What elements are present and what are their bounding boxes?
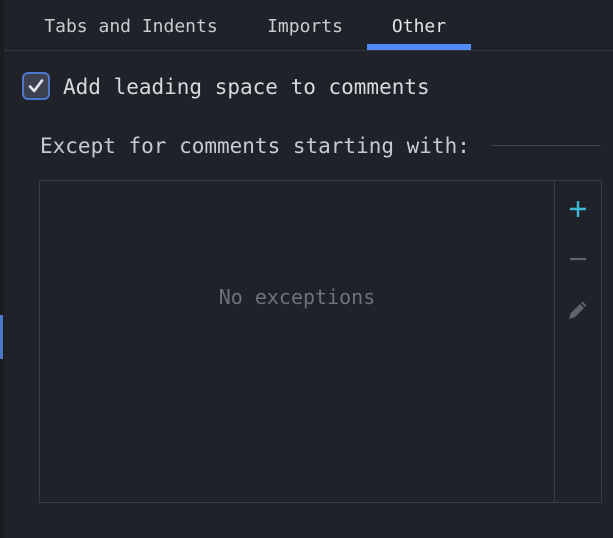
exceptions-list-panel: No exceptions bbox=[39, 180, 602, 503]
tab-imports[interactable]: Imports bbox=[250, 0, 360, 50]
pencil-icon bbox=[569, 301, 587, 319]
empty-list-text: No exceptions bbox=[218, 285, 376, 309]
remove-exception-button[interactable] bbox=[562, 243, 594, 275]
leading-space-checkbox-label[interactable]: Add leading space to comments bbox=[63, 73, 430, 101]
toolbar-divider bbox=[554, 181, 555, 502]
plus-icon bbox=[570, 201, 586, 217]
left-edge-selection-marker bbox=[0, 315, 3, 359]
exceptions-list[interactable]: No exceptions bbox=[40, 181, 554, 502]
tab-other[interactable]: Other bbox=[367, 0, 471, 50]
add-exception-button[interactable] bbox=[562, 193, 594, 225]
left-edge bbox=[0, 0, 4, 538]
active-tab-indicator bbox=[367, 44, 471, 50]
leading-space-checkbox[interactable] bbox=[22, 72, 50, 100]
section-divider bbox=[491, 145, 601, 146]
exceptions-section-title: Except for comments starting with: bbox=[40, 134, 470, 158]
tab-bar: Tabs and Indents Imports Other bbox=[4, 0, 613, 51]
checkmark-icon bbox=[28, 79, 44, 93]
settings-panel: Tabs and Indents Imports Other Add leadi… bbox=[0, 0, 613, 538]
minus-icon bbox=[570, 257, 586, 261]
edit-exception-button[interactable] bbox=[562, 294, 594, 326]
tab-tabs-and-indents[interactable]: Tabs and Indents bbox=[26, 0, 236, 50]
